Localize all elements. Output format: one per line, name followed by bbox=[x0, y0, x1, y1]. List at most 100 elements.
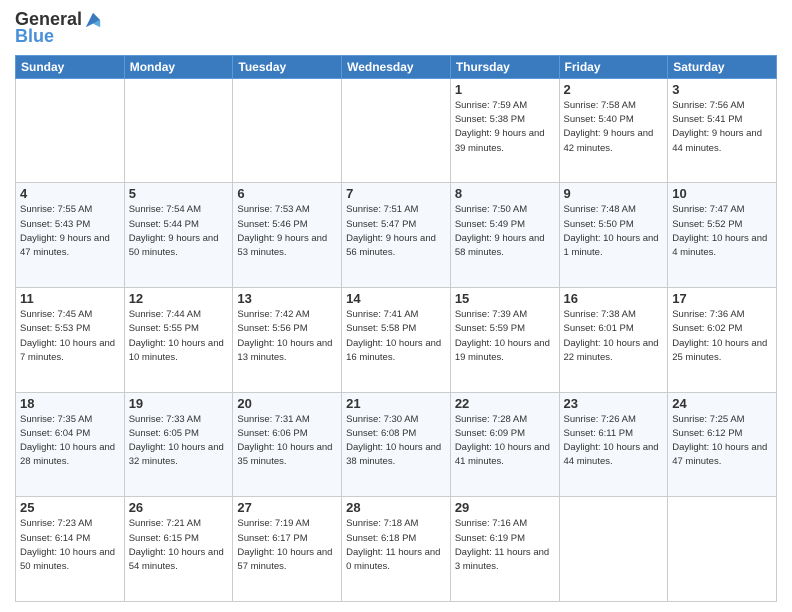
day-cell: 13 Sunrise: 7:42 AMSunset: 5:56 PMDaylig… bbox=[233, 288, 342, 393]
weekday-thursday: Thursday bbox=[450, 55, 559, 78]
day-info: Sunrise: 7:41 AMSunset: 5:58 PMDaylight:… bbox=[346, 308, 446, 365]
day-cell: 4 Sunrise: 7:55 AMSunset: 5:43 PMDayligh… bbox=[16, 183, 125, 288]
header: General Blue bbox=[15, 10, 777, 47]
day-number: 21 bbox=[346, 396, 446, 411]
week-row-4: 18 Sunrise: 7:35 AMSunset: 6:04 PMDaylig… bbox=[16, 392, 777, 497]
day-number: 23 bbox=[564, 396, 664, 411]
day-number: 19 bbox=[129, 396, 229, 411]
day-info: Sunrise: 7:36 AMSunset: 6:02 PMDaylight:… bbox=[672, 308, 772, 365]
day-cell bbox=[559, 497, 668, 602]
day-cell: 23 Sunrise: 7:26 AMSunset: 6:11 PMDaylig… bbox=[559, 392, 668, 497]
day-info: Sunrise: 7:55 AMSunset: 5:43 PMDaylight:… bbox=[20, 203, 120, 260]
day-cell bbox=[668, 497, 777, 602]
day-cell bbox=[233, 78, 342, 183]
weekday-header-row: SundayMondayTuesdayWednesdayThursdayFrid… bbox=[16, 55, 777, 78]
day-info: Sunrise: 7:44 AMSunset: 5:55 PMDaylight:… bbox=[129, 308, 229, 365]
weekday-tuesday: Tuesday bbox=[233, 55, 342, 78]
day-cell: 24 Sunrise: 7:25 AMSunset: 6:12 PMDaylig… bbox=[668, 392, 777, 497]
day-cell bbox=[342, 78, 451, 183]
day-cell: 17 Sunrise: 7:36 AMSunset: 6:02 PMDaylig… bbox=[668, 288, 777, 393]
day-cell bbox=[16, 78, 125, 183]
day-cell: 18 Sunrise: 7:35 AMSunset: 6:04 PMDaylig… bbox=[16, 392, 125, 497]
day-number: 6 bbox=[237, 186, 337, 201]
day-number: 28 bbox=[346, 500, 446, 515]
weekday-saturday: Saturday bbox=[668, 55, 777, 78]
week-row-5: 25 Sunrise: 7:23 AMSunset: 6:14 PMDaylig… bbox=[16, 497, 777, 602]
day-number: 15 bbox=[455, 291, 555, 306]
day-cell: 3 Sunrise: 7:56 AMSunset: 5:41 PMDayligh… bbox=[668, 78, 777, 183]
day-number: 22 bbox=[455, 396, 555, 411]
day-info: Sunrise: 7:51 AMSunset: 5:47 PMDaylight:… bbox=[346, 203, 446, 260]
day-number: 16 bbox=[564, 291, 664, 306]
weekday-monday: Monday bbox=[124, 55, 233, 78]
day-cell: 28 Sunrise: 7:18 AMSunset: 6:18 PMDaylig… bbox=[342, 497, 451, 602]
day-cell: 7 Sunrise: 7:51 AMSunset: 5:47 PMDayligh… bbox=[342, 183, 451, 288]
day-number: 10 bbox=[672, 186, 772, 201]
day-number: 4 bbox=[20, 186, 120, 201]
weekday-wednesday: Wednesday bbox=[342, 55, 451, 78]
day-cell: 19 Sunrise: 7:33 AMSunset: 6:05 PMDaylig… bbox=[124, 392, 233, 497]
day-cell: 9 Sunrise: 7:48 AMSunset: 5:50 PMDayligh… bbox=[559, 183, 668, 288]
day-info: Sunrise: 7:16 AMSunset: 6:19 PMDaylight:… bbox=[455, 517, 555, 574]
week-row-2: 4 Sunrise: 7:55 AMSunset: 5:43 PMDayligh… bbox=[16, 183, 777, 288]
logo-icon bbox=[84, 11, 102, 29]
day-number: 27 bbox=[237, 500, 337, 515]
day-number: 2 bbox=[564, 82, 664, 97]
day-cell: 16 Sunrise: 7:38 AMSunset: 6:01 PMDaylig… bbox=[559, 288, 668, 393]
day-cell: 27 Sunrise: 7:19 AMSunset: 6:17 PMDaylig… bbox=[233, 497, 342, 602]
day-info: Sunrise: 7:54 AMSunset: 5:44 PMDaylight:… bbox=[129, 203, 229, 260]
day-info: Sunrise: 7:42 AMSunset: 5:56 PMDaylight:… bbox=[237, 308, 337, 365]
day-info: Sunrise: 7:18 AMSunset: 6:18 PMDaylight:… bbox=[346, 517, 446, 574]
day-info: Sunrise: 7:50 AMSunset: 5:49 PMDaylight:… bbox=[455, 203, 555, 260]
day-number: 13 bbox=[237, 291, 337, 306]
page: General Blue SundayMondayTuesdayWednesda… bbox=[0, 0, 792, 612]
day-number: 9 bbox=[564, 186, 664, 201]
logo: General Blue bbox=[15, 10, 102, 47]
weekday-sunday: Sunday bbox=[16, 55, 125, 78]
day-number: 26 bbox=[129, 500, 229, 515]
day-info: Sunrise: 7:33 AMSunset: 6:05 PMDaylight:… bbox=[129, 413, 229, 470]
day-info: Sunrise: 7:28 AMSunset: 6:09 PMDaylight:… bbox=[455, 413, 555, 470]
day-number: 24 bbox=[672, 396, 772, 411]
day-cell: 8 Sunrise: 7:50 AMSunset: 5:49 PMDayligh… bbox=[450, 183, 559, 288]
day-cell: 10 Sunrise: 7:47 AMSunset: 5:52 PMDaylig… bbox=[668, 183, 777, 288]
day-cell: 14 Sunrise: 7:41 AMSunset: 5:58 PMDaylig… bbox=[342, 288, 451, 393]
day-number: 11 bbox=[20, 291, 120, 306]
day-cell: 5 Sunrise: 7:54 AMSunset: 5:44 PMDayligh… bbox=[124, 183, 233, 288]
day-number: 1 bbox=[455, 82, 555, 97]
day-number: 12 bbox=[129, 291, 229, 306]
day-cell: 2 Sunrise: 7:58 AMSunset: 5:40 PMDayligh… bbox=[559, 78, 668, 183]
day-cell bbox=[124, 78, 233, 183]
day-info: Sunrise: 7:48 AMSunset: 5:50 PMDaylight:… bbox=[564, 203, 664, 260]
day-info: Sunrise: 7:56 AMSunset: 5:41 PMDaylight:… bbox=[672, 99, 772, 156]
day-cell: 29 Sunrise: 7:16 AMSunset: 6:19 PMDaylig… bbox=[450, 497, 559, 602]
day-number: 5 bbox=[129, 186, 229, 201]
day-info: Sunrise: 7:30 AMSunset: 6:08 PMDaylight:… bbox=[346, 413, 446, 470]
day-info: Sunrise: 7:21 AMSunset: 6:15 PMDaylight:… bbox=[129, 517, 229, 574]
day-info: Sunrise: 7:47 AMSunset: 5:52 PMDaylight:… bbox=[672, 203, 772, 260]
day-cell: 25 Sunrise: 7:23 AMSunset: 6:14 PMDaylig… bbox=[16, 497, 125, 602]
week-row-3: 11 Sunrise: 7:45 AMSunset: 5:53 PMDaylig… bbox=[16, 288, 777, 393]
day-number: 14 bbox=[346, 291, 446, 306]
day-cell: 12 Sunrise: 7:44 AMSunset: 5:55 PMDaylig… bbox=[124, 288, 233, 393]
day-cell: 1 Sunrise: 7:59 AMSunset: 5:38 PMDayligh… bbox=[450, 78, 559, 183]
day-info: Sunrise: 7:38 AMSunset: 6:01 PMDaylight:… bbox=[564, 308, 664, 365]
day-cell: 26 Sunrise: 7:21 AMSunset: 6:15 PMDaylig… bbox=[124, 497, 233, 602]
day-info: Sunrise: 7:31 AMSunset: 6:06 PMDaylight:… bbox=[237, 413, 337, 470]
day-number: 25 bbox=[20, 500, 120, 515]
day-number: 17 bbox=[672, 291, 772, 306]
day-cell: 20 Sunrise: 7:31 AMSunset: 6:06 PMDaylig… bbox=[233, 392, 342, 497]
day-cell: 6 Sunrise: 7:53 AMSunset: 5:46 PMDayligh… bbox=[233, 183, 342, 288]
calendar-table: SundayMondayTuesdayWednesdayThursdayFrid… bbox=[15, 55, 777, 602]
weekday-friday: Friday bbox=[559, 55, 668, 78]
day-cell: 15 Sunrise: 7:39 AMSunset: 5:59 PMDaylig… bbox=[450, 288, 559, 393]
day-cell: 11 Sunrise: 7:45 AMSunset: 5:53 PMDaylig… bbox=[16, 288, 125, 393]
day-info: Sunrise: 7:58 AMSunset: 5:40 PMDaylight:… bbox=[564, 99, 664, 156]
day-info: Sunrise: 7:23 AMSunset: 6:14 PMDaylight:… bbox=[20, 517, 120, 574]
day-number: 8 bbox=[455, 186, 555, 201]
week-row-1: 1 Sunrise: 7:59 AMSunset: 5:38 PMDayligh… bbox=[16, 78, 777, 183]
day-number: 29 bbox=[455, 500, 555, 515]
day-info: Sunrise: 7:45 AMSunset: 5:53 PMDaylight:… bbox=[20, 308, 120, 365]
day-cell: 21 Sunrise: 7:30 AMSunset: 6:08 PMDaylig… bbox=[342, 392, 451, 497]
day-number: 20 bbox=[237, 396, 337, 411]
